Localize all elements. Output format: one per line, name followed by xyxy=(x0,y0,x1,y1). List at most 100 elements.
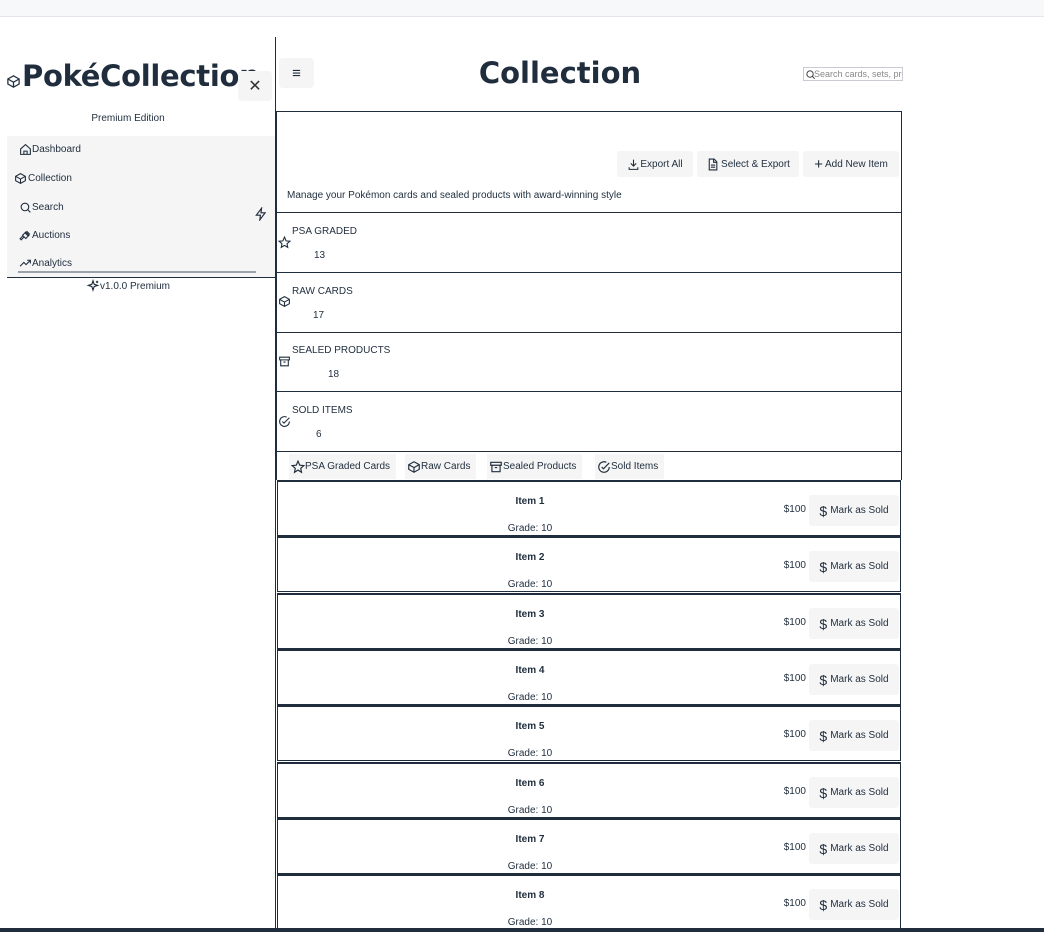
menu-button[interactable]: ≡ xyxy=(279,58,314,88)
tab-raw-cards[interactable]: Raw Cards xyxy=(405,454,477,479)
item-grade: Grade: 10 xyxy=(507,917,553,928)
tab-psa-graded-cards[interactable]: PSA Graded Cards xyxy=(289,454,397,479)
dollar-icon: $ xyxy=(819,896,828,913)
stat-sealed-products: SEALED PRODUCTS 18 xyxy=(276,332,902,392)
gavel-icon xyxy=(19,230,31,241)
item-price: $100 xyxy=(783,673,806,684)
mark-as-sold-label: Mark as Sold xyxy=(830,561,889,572)
box-icon xyxy=(15,173,26,184)
sidebar-item-label: Auctions xyxy=(32,230,71,241)
item-name: Item 6 xyxy=(515,778,545,789)
version-label: v1.0.0 Premium xyxy=(0,279,256,293)
table-row[interactable]: Item 2 Grade: 10 $100 $ Mark as Sold xyxy=(277,536,901,592)
tab-label: Sealed Products xyxy=(503,461,577,472)
table-row[interactable]: Item 1 Grade: 10 $100 $ Mark as Sold xyxy=(277,480,901,536)
version-text: v1.0.0 Premium xyxy=(99,280,171,292)
edition-label: Premium Edition xyxy=(91,113,165,124)
star-icon xyxy=(278,236,291,249)
add-new-item-button[interactable]: + Add New Item xyxy=(803,151,899,177)
dollar-icon: $ xyxy=(819,727,828,744)
bottom-edge xyxy=(0,928,1044,932)
dollar-icon: $ xyxy=(819,784,828,801)
sparkles-icon xyxy=(86,279,100,292)
star-icon xyxy=(291,459,305,473)
mark-as-sold-button[interactable]: $ Mark as Sold xyxy=(809,551,899,582)
select-export-button[interactable]: Select & Export xyxy=(697,151,799,177)
table-row[interactable]: Item 8 Grade: 10 $100 $ Mark as Sold xyxy=(277,874,901,928)
item-grade: Grade: 10 xyxy=(507,579,553,590)
close-sidebar-button[interactable]: ✕ xyxy=(238,71,272,101)
archive-icon xyxy=(279,356,290,367)
sidebar-item-label: Search xyxy=(32,202,64,213)
mark-as-sold-button[interactable]: $ Mark as Sold xyxy=(809,664,899,695)
table-row[interactable]: Item 7 Grade: 10 $100 $ Mark as Sold xyxy=(277,818,901,874)
dollar-icon: $ xyxy=(819,671,828,688)
dollar-icon: $ xyxy=(819,840,828,857)
sidebar-item-label: Dashboard xyxy=(32,144,81,155)
search-box[interactable] xyxy=(803,67,903,81)
browser-top-bar xyxy=(0,0,1044,17)
hamburger-icon: ≡ xyxy=(292,64,301,82)
item-name: Item 7 xyxy=(515,834,545,845)
item-price: $100 xyxy=(783,898,806,909)
mark-as-sold-label: Mark as Sold xyxy=(830,674,889,685)
item-grade: Grade: 10 xyxy=(507,692,553,703)
tab-sealed-products[interactable]: Sealed Products xyxy=(487,454,583,479)
tab-sold-items[interactable]: Sold Items xyxy=(595,454,665,479)
box-icon xyxy=(279,296,290,307)
mark-as-sold-button[interactable]: $ Mark as Sold xyxy=(809,833,899,864)
stat-label: SEALED PRODUCTS xyxy=(292,345,391,356)
mark-as-sold-button[interactable]: $ Mark as Sold xyxy=(809,720,899,751)
item-price: $100 xyxy=(783,504,806,515)
table-row[interactable]: Item 6 Grade: 10 $100 $ Mark as Sold xyxy=(277,762,901,818)
item-price: $100 xyxy=(783,842,806,853)
table-row[interactable]: Item 3 Grade: 10 $100 $ Mark as Sold xyxy=(277,593,901,649)
item-name: Item 2 xyxy=(515,552,545,563)
item-price: $100 xyxy=(783,729,806,740)
mark-as-sold-label: Mark as Sold xyxy=(830,899,889,910)
stat-label: PSA GRADED xyxy=(292,226,358,237)
plus-icon: + xyxy=(814,155,823,173)
tab-bar: PSA Graded Cards Raw Cards Sealed Produc… xyxy=(276,452,902,480)
dollar-icon: $ xyxy=(819,558,828,575)
item-grade: Grade: 10 xyxy=(507,636,553,647)
box-icon xyxy=(408,460,420,473)
brand[interactable]: PokéCollection xyxy=(6,59,260,93)
download-icon xyxy=(629,159,639,170)
check-circle-icon xyxy=(279,416,290,427)
item-grade: Grade: 10 xyxy=(507,748,553,759)
mark-as-sold-button[interactable]: $ Mark as Sold xyxy=(809,608,899,639)
table-row[interactable]: Item 4 Grade: 10 $100 $ Mark as Sold xyxy=(277,649,901,705)
item-price: $100 xyxy=(783,617,806,628)
mark-as-sold-button[interactable]: $ Mark as Sold xyxy=(809,495,899,526)
file-icon xyxy=(708,158,718,170)
stat-value: 13 xyxy=(314,250,326,261)
close-icon: ✕ xyxy=(248,78,262,95)
stat-value: 17 xyxy=(313,310,325,321)
mark-as-sold-label: Mark as Sold xyxy=(830,505,889,516)
mark-as-sold-button[interactable]: $ Mark as Sold xyxy=(809,889,899,920)
divider xyxy=(7,277,275,278)
tab-label: Sold Items xyxy=(611,461,659,472)
sidebar-item-dashboard[interactable]: Dashboard xyxy=(19,143,81,156)
select-export-label: Select & Export xyxy=(721,158,790,170)
item-grade: Grade: 10 xyxy=(507,861,553,872)
item-name: Item 3 xyxy=(515,609,545,620)
check-circle-icon xyxy=(598,460,610,473)
mark-as-sold-button[interactable]: $ Mark as Sold xyxy=(809,777,899,808)
stat-label: SOLD ITEMS xyxy=(292,405,353,416)
search-input[interactable] xyxy=(814,68,902,80)
export-all-button[interactable]: Export All xyxy=(617,151,693,177)
tab-label: Raw Cards xyxy=(421,461,471,472)
stat-raw-cards: RAW CARDS 17 xyxy=(276,273,902,333)
home-icon xyxy=(20,143,31,155)
item-price: $100 xyxy=(783,786,806,797)
page-title: Collection xyxy=(478,56,642,90)
table-row[interactable]: Item 5 Grade: 10 $100 $ Mark as Sold xyxy=(277,705,901,761)
sidebar-item-auctions[interactable]: Auctions xyxy=(19,229,70,242)
sidebar-item-analytics[interactable]: Analytics xyxy=(19,257,72,270)
sidebar-item-collection[interactable]: Collection xyxy=(14,172,72,185)
sidebar-item-search[interactable]: Search xyxy=(19,201,64,214)
item-price: $100 xyxy=(783,560,806,571)
archive-icon xyxy=(490,461,502,472)
